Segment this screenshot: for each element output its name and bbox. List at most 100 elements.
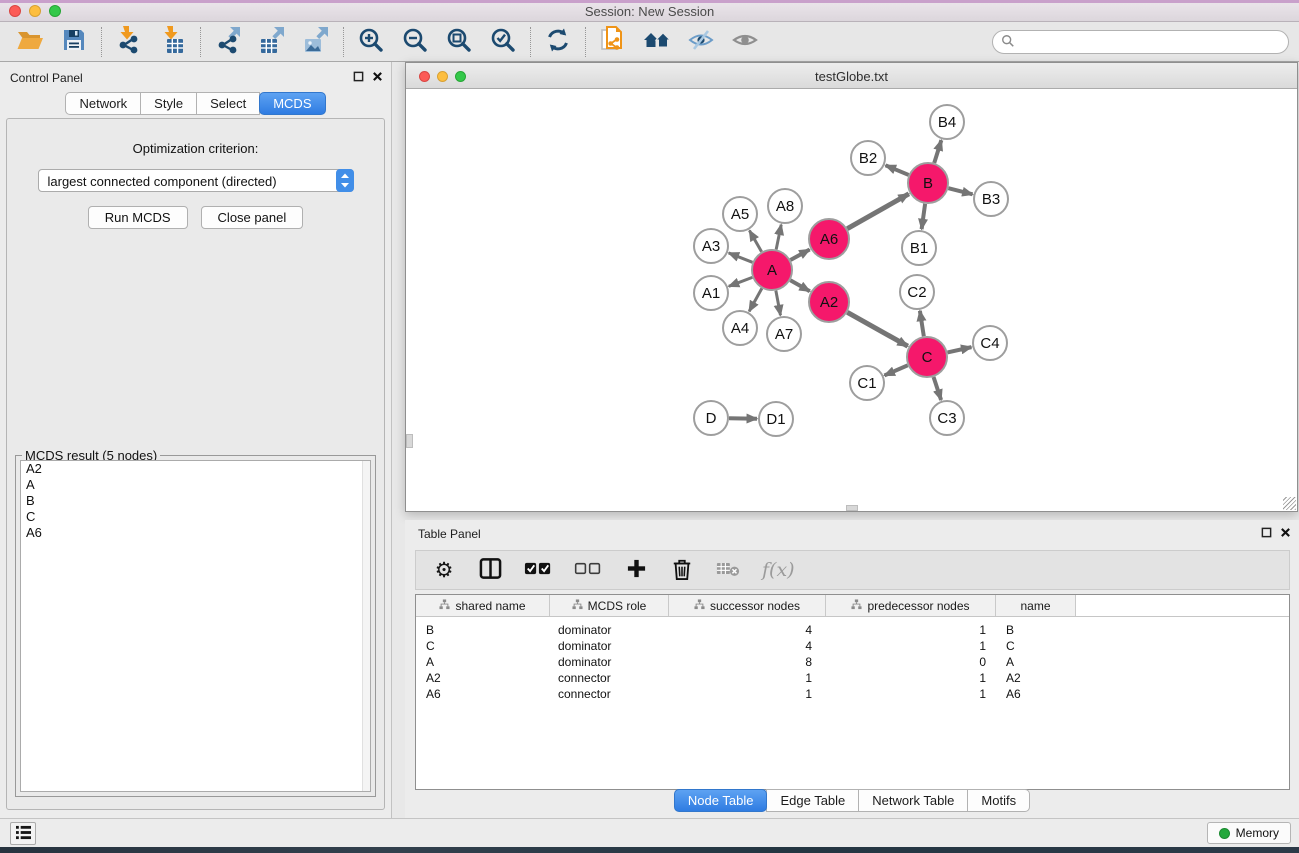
- close-panel-button[interactable]: Close panel: [201, 206, 304, 229]
- graph-edge-C-C4[interactable]: [947, 347, 971, 352]
- save-session-button[interactable]: [52, 25, 96, 59]
- dropdown-stepper-icon[interactable]: [336, 169, 354, 195]
- column-header-shared-name[interactable]: shared name: [416, 595, 550, 616]
- zoom-in-button[interactable]: [349, 25, 393, 59]
- graph-edge-B-B1[interactable]: [922, 204, 926, 229]
- network-window-titlebar[interactable]: testGlobe.txt: [406, 63, 1297, 89]
- export-table-button[interactable]: [250, 25, 294, 59]
- tab-network[interactable]: Network: [65, 92, 141, 115]
- column-header-successor-nodes[interactable]: successor nodes: [669, 595, 826, 616]
- graph-node-D[interactable]: D: [694, 401, 728, 435]
- float-panel-icon[interactable]: [353, 71, 364, 82]
- export-image-button[interactable]: [294, 25, 338, 59]
- graph-edge-A6-B[interactable]: [847, 194, 909, 229]
- table-tab-node-table[interactable]: Node Table: [674, 789, 768, 812]
- table-row[interactable]: Bdominator41B: [416, 622, 1289, 638]
- result-list-item[interactable]: A6: [21, 525, 370, 541]
- search-input[interactable]: [1019, 32, 1288, 52]
- tab-mcds[interactable]: MCDS: [259, 92, 325, 115]
- hide-details-button[interactable]: [679, 25, 723, 59]
- home-view-button[interactable]: [635, 25, 679, 59]
- graph-edge-A-A2[interactable]: [790, 280, 810, 291]
- export-network-button[interactable]: [206, 25, 250, 59]
- graph-edge-A-A4[interactable]: [749, 288, 762, 311]
- graph-edge-A-A1[interactable]: [729, 277, 753, 286]
- horizontal-scrollbar-thumb[interactable]: [846, 505, 858, 511]
- mcds-result-list[interactable]: A2ABCA6: [20, 460, 371, 792]
- function-builder-button[interactable]: f(x): [762, 559, 795, 581]
- graph-node-B1[interactable]: B1: [902, 231, 936, 265]
- close-table-panel-icon[interactable]: [1280, 527, 1291, 538]
- graph-edge-A2-C[interactable]: [847, 312, 908, 346]
- zoom-out-button[interactable]: [393, 25, 437, 59]
- graph-node-B4[interactable]: B4: [930, 105, 964, 139]
- graph-node-B[interactable]: B: [908, 163, 948, 203]
- deselect-all-button[interactable]: [574, 561, 602, 579]
- graph-node-B3[interactable]: B3: [974, 182, 1008, 216]
- network-canvas[interactable]: A A1 A2 A3 A4 A5 A6 A7 A8 B B1 B2 B3 B4 C C1 C2 C3 C4 D D1: [406, 89, 1297, 511]
- graph-node-C2[interactable]: C2: [900, 275, 934, 309]
- settings-gear-button[interactable]: ⚙: [432, 560, 456, 581]
- graph-node-C4[interactable]: C4: [973, 326, 1007, 360]
- vertical-scrollbar-thumb[interactable]: [406, 434, 413, 448]
- refresh-view-button[interactable]: [536, 25, 580, 59]
- table-row[interactable]: Cdominator41C: [416, 638, 1289, 654]
- clone-network-button[interactable]: [591, 25, 635, 59]
- table-tab-motifs[interactable]: Motifs: [967, 789, 1030, 812]
- result-list-item[interactable]: A: [21, 477, 370, 493]
- result-list-item[interactable]: A2: [21, 461, 370, 477]
- resize-grip[interactable]: [1283, 497, 1296, 510]
- graph-node-A2[interactable]: A2: [809, 282, 849, 322]
- graph-edge-A-A5[interactable]: [749, 230, 761, 251]
- run-mcds-button[interactable]: Run MCDS: [88, 206, 188, 229]
- search-field[interactable]: [992, 30, 1289, 54]
- graph-edge-C-C3[interactable]: [934, 377, 942, 400]
- add-column-button[interactable]: [624, 558, 648, 582]
- table-tab-edge-table[interactable]: Edge Table: [766, 789, 859, 812]
- graph-edge-A-A3[interactable]: [729, 253, 753, 262]
- graph-edge-A-A7[interactable]: [776, 291, 781, 316]
- delete-column-button[interactable]: [670, 557, 694, 584]
- show-panels-button[interactable]: [10, 822, 36, 845]
- zoom-selected-button[interactable]: [481, 25, 525, 59]
- graph-node-A[interactable]: A: [752, 250, 792, 290]
- table-row[interactable]: A2connector11A2: [416, 670, 1289, 686]
- table-tab-network-table[interactable]: Network Table: [858, 789, 968, 812]
- graph-node-A7[interactable]: A7: [767, 317, 801, 351]
- graph-node-C3[interactable]: C3: [930, 401, 964, 435]
- zoom-fit-button[interactable]: [437, 25, 481, 59]
- result-list-item[interactable]: B: [21, 493, 370, 509]
- graph-node-D1[interactable]: D1: [759, 402, 793, 436]
- memory-button[interactable]: Memory: [1207, 822, 1291, 844]
- graph-node-A3[interactable]: A3: [694, 229, 728, 263]
- column-header-name[interactable]: name: [996, 595, 1076, 616]
- graph-node-A6[interactable]: A6: [809, 219, 849, 259]
- graph-node-A8[interactable]: A8: [768, 189, 802, 223]
- graph-edge-B-B4[interactable]: [934, 140, 941, 163]
- column-header-MCDS-role[interactable]: MCDS role: [550, 595, 669, 616]
- graph-node-A1[interactable]: A1: [694, 276, 728, 310]
- result-list-item[interactable]: C: [21, 509, 370, 525]
- close-panel-icon[interactable]: [372, 71, 383, 82]
- graph-node-C1[interactable]: C1: [850, 366, 884, 400]
- table-row[interactable]: A6connector11A6: [416, 686, 1289, 702]
- criterion-dropdown[interactable]: largest connected component (directed): [38, 169, 354, 192]
- float-table-panel-icon[interactable]: [1261, 527, 1272, 538]
- import-table-button[interactable]: [151, 25, 195, 59]
- show-details-button[interactable]: [723, 25, 767, 59]
- table-row[interactable]: Adominator80A: [416, 654, 1289, 670]
- select-all-button[interactable]: [524, 561, 552, 579]
- tab-select[interactable]: Select: [196, 92, 260, 115]
- delete-table-button[interactable]: [716, 560, 740, 580]
- graph-edge-A-A6[interactable]: [790, 250, 809, 260]
- import-network-button[interactable]: [107, 25, 151, 59]
- graph-node-C[interactable]: C: [907, 337, 947, 377]
- column-header-predecessor-nodes[interactable]: predecessor nodes: [826, 595, 996, 616]
- graph-node-B2[interactable]: B2: [851, 141, 885, 175]
- graph-edge-C-C1[interactable]: [884, 365, 907, 375]
- graph-edge-C-C2[interactable]: [920, 311, 924, 336]
- graph-node-A5[interactable]: A5: [723, 197, 757, 231]
- graph-edge-A-A8[interactable]: [776, 225, 781, 250]
- open-session-button[interactable]: [8, 25, 52, 59]
- graph-node-A4[interactable]: A4: [723, 311, 757, 345]
